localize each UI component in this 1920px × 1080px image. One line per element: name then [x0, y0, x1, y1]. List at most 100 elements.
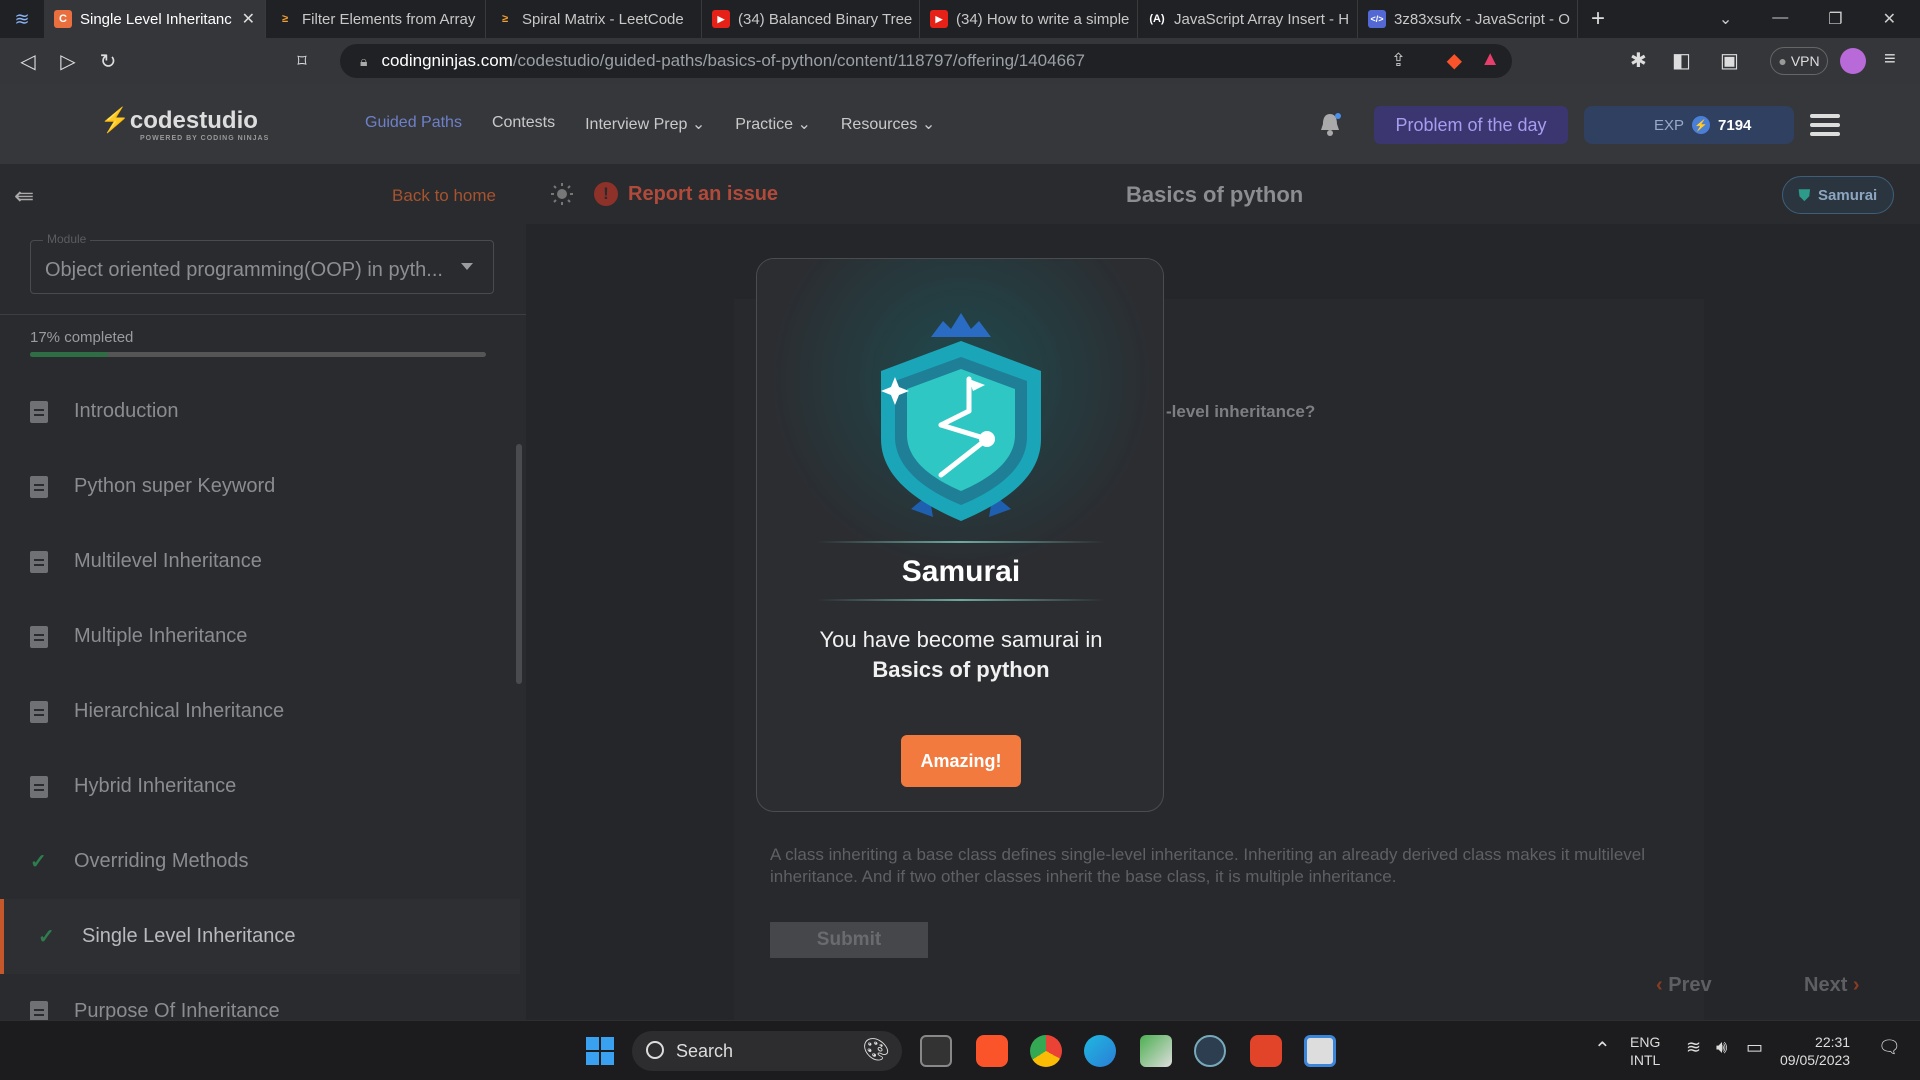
clock-date: 09/05/2023: [1780, 1052, 1851, 1068]
notification-bell-icon[interactable]: [1318, 112, 1342, 138]
nav-contests[interactable]: Contests: [492, 114, 555, 134]
minimize-icon[interactable]: —: [1772, 9, 1788, 29]
forward-icon[interactable]: ▷: [48, 49, 88, 74]
sidebar-topic-item[interactable]: Hierarchical Inheritance: [0, 674, 520, 749]
nav-label: Interview Prep: [585, 116, 688, 133]
show-hidden-icons-chevron-icon[interactable]: ⌃: [1594, 1037, 1611, 1062]
browser-tab[interactable]: </> 3z83xsufx - JavaScript - O: [1358, 0, 1578, 38]
collapse-sidebar-icon[interactable]: ⇚: [14, 182, 34, 211]
next-button[interactable]: Next ›: [1804, 974, 1860, 997]
windows-taskbar: Search 🎨︎ ⌃ ENG INTL ≋ 🔊︎ ▭ 22:31 09/05/…: [0, 1020, 1920, 1080]
rank-badge[interactable]: ⛊ Samurai: [1782, 176, 1894, 214]
tab-title: Spiral Matrix - LeetCode: [522, 10, 684, 28]
profile-avatar[interactable]: [1840, 48, 1866, 74]
brave-shields-icon[interactable]: ◆: [1447, 48, 1462, 73]
alert-icon: !: [594, 182, 618, 206]
address-bar[interactable]: 🔒︎ codingninjas.com/codestudio/guided-pa…: [340, 44, 1512, 78]
browser-tab[interactable]: ≥ Spiral Matrix - LeetCode: [486, 0, 702, 38]
youtube-favicon-icon: ▶: [712, 10, 730, 28]
brave-beta-icon[interactable]: [1250, 1035, 1282, 1067]
shield-icon: ⛊: [1798, 186, 1811, 204]
extensions-icon[interactable]: ✱: [1630, 48, 1647, 73]
system-clock[interactable]: 22:31 09/05/2023: [1780, 1033, 1850, 1069]
nav-interview-prep[interactable]: Interview Prep ⌄: [585, 114, 705, 134]
tab-title: 3z83xsufx - JavaScript - O: [1394, 10, 1570, 28]
chrome-icon[interactable]: [1030, 1035, 1062, 1067]
notifications-icon[interactable]: 🗨︎: [1878, 1037, 1901, 1058]
close-window-icon[interactable]: ✕: [1883, 9, 1896, 29]
nav-practice[interactable]: Practice ⌄: [735, 114, 811, 134]
document-icon: [30, 550, 48, 573]
browser-tab[interactable]: ≥ Filter Elements from Array: [266, 0, 486, 38]
sidebar-topic-item[interactable]: Multiple Inheritance: [0, 599, 520, 674]
magnifier-app-icon[interactable]: [1194, 1035, 1226, 1067]
problem-of-the-day-button[interactable]: Problem of the day: [1374, 106, 1568, 144]
nav-label: Practice: [735, 116, 794, 133]
report-issue-button[interactable]: ! Report an issue: [594, 182, 778, 206]
progress-bar: [30, 352, 486, 357]
edge-icon[interactable]: [1084, 1035, 1116, 1067]
document-icon: [30, 625, 48, 648]
theme-toggle-sun-icon[interactable]: [550, 182, 574, 206]
back-to-home-link[interactable]: Back to home: [392, 186, 496, 206]
sidebar-topic-item[interactable]: Introduction: [0, 374, 520, 449]
checkmark-icon: ✓: [30, 851, 47, 873]
browser-tab[interactable]: (A) JavaScript Array Insert - H: [1138, 0, 1358, 38]
vpn-status-icon: ●: [1778, 53, 1787, 69]
hashnode-favicon-icon: (A): [1149, 13, 1165, 25]
module-select[interactable]: Module Object oriented programming(OOP) …: [30, 232, 494, 294]
share-icon[interactable]: ⇪: [1391, 50, 1406, 71]
browser-tab[interactable]: ▶ (34) How to write a simple: [920, 0, 1138, 38]
leetcode-favicon-icon: ≥: [281, 13, 289, 25]
back-icon[interactable]: ◁: [8, 49, 48, 74]
brave-rewards-icon[interactable]: ▲: [1480, 48, 1500, 71]
vpn-button[interactable]: ● VPN: [1770, 47, 1828, 75]
browser-tab[interactable]: C Single Level Inheritanc ✕: [44, 0, 266, 38]
battery-icon[interactable]: ▭: [1746, 1037, 1763, 1058]
amazing-button[interactable]: Amazing!: [901, 735, 1021, 787]
sidebar-toggle-icon[interactable]: ◧: [1672, 48, 1691, 73]
prev-button[interactable]: ‹ Prev: [1656, 974, 1712, 997]
restore-icon[interactable]: ❐: [1828, 9, 1842, 29]
pen-app-icon[interactable]: [1140, 1035, 1172, 1067]
chevron-right-icon: ›: [1852, 974, 1860, 996]
tab-list-icon[interactable]: ⌄: [1719, 9, 1732, 29]
rank-label: Samurai: [1818, 186, 1878, 204]
divider: [0, 314, 526, 315]
taskbar-search[interactable]: Search 🎨︎: [632, 1031, 902, 1071]
tab-search-icon[interactable]: ≋: [0, 0, 44, 38]
sidebar-scrollbar[interactable]: [516, 444, 522, 684]
hamburger-menu-icon[interactable]: [1810, 114, 1840, 136]
modal-message-line1: You have become samurai in: [819, 627, 1103, 652]
sidebar-topic-item[interactable]: Python super Keyword: [0, 449, 520, 524]
sidebar-topic-item[interactable]: ✓ Overriding Methods: [0, 824, 520, 899]
checkmark-icon: ✓: [38, 926, 55, 948]
close-tab-icon[interactable]: ✕: [236, 9, 255, 29]
wallet-icon[interactable]: ▣: [1720, 48, 1739, 73]
sidebar-topic-item[interactable]: Multilevel Inheritance: [0, 524, 520, 599]
bookmark-icon[interactable]: ⌑: [282, 51, 322, 72]
reload-icon[interactable]: ↻: [88, 49, 128, 74]
exp-counter[interactable]: EXP ⚡ 7194: [1584, 106, 1794, 144]
brave-browser-icon[interactable]: [976, 1035, 1008, 1067]
browser-tab[interactable]: ▶ (34) Balanced Binary Tree: [702, 0, 920, 38]
browser-menu-icon[interactable]: ≡: [1884, 48, 1896, 71]
snipping-tool-icon[interactable]: [1304, 1035, 1336, 1067]
language-indicator[interactable]: ENG INTL: [1630, 1033, 1660, 1069]
codestudio-logo[interactable]: ⚡codestudio POWERED BY CODING NINJAS: [100, 106, 269, 142]
sidebar-topic-item[interactable]: ✓ Single Level Inheritance: [0, 899, 520, 974]
logo-text: codestudio: [129, 107, 258, 134]
submit-button[interactable]: Submit: [770, 922, 928, 958]
windows-start-icon[interactable]: [584, 1035, 616, 1067]
code-favicon-icon: </>: [1368, 10, 1386, 28]
file-explorer-icon[interactable]: [920, 1035, 952, 1067]
modal-title: Samurai: [901, 555, 1021, 588]
wifi-icon[interactable]: ≋: [1686, 1037, 1701, 1058]
volume-icon[interactable]: 🔊︎: [1716, 1037, 1727, 1058]
nav-guided-paths[interactable]: Guided Paths: [365, 114, 462, 134]
new-tab-icon[interactable]: +: [1578, 5, 1618, 33]
clock-time: 22:31: [1815, 1034, 1851, 1050]
sidebar-topic-item[interactable]: Hybrid Inheritance: [0, 749, 520, 824]
prev-label: Prev: [1668, 974, 1712, 996]
nav-resources[interactable]: Resources ⌄: [841, 114, 935, 134]
